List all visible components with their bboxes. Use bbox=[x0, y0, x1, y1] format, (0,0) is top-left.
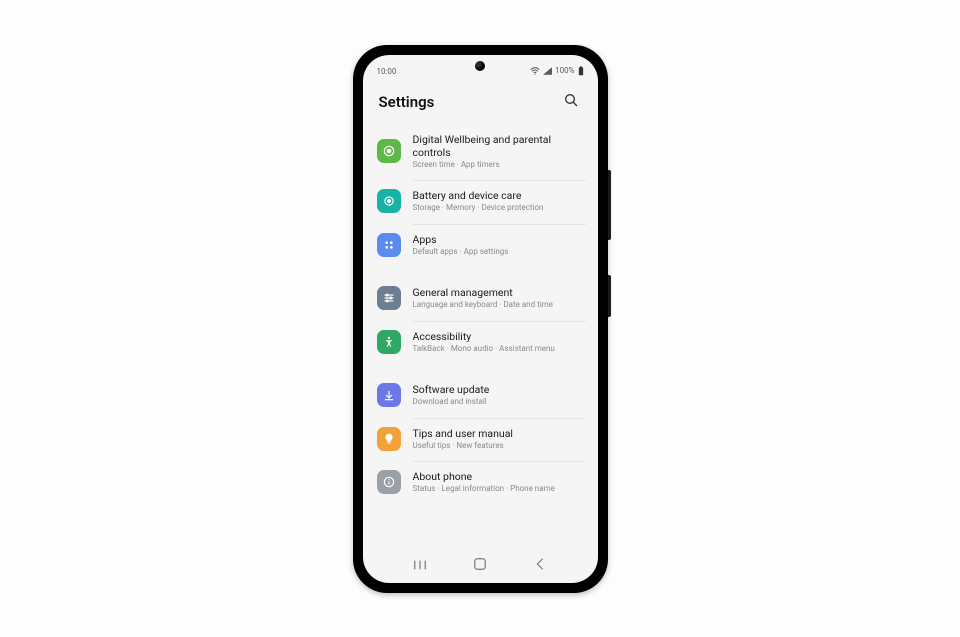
about-icon bbox=[377, 470, 401, 494]
settings-item-title: Apps bbox=[413, 233, 584, 246]
settings-item-general[interactable]: General management Language and keyboard… bbox=[371, 276, 590, 320]
group-separator bbox=[371, 266, 590, 276]
battery-care-icon bbox=[377, 189, 401, 213]
wellbeing-icon bbox=[377, 139, 401, 163]
settings-item-subtitle: Download and install bbox=[413, 397, 584, 407]
apps-icon bbox=[377, 233, 401, 257]
recents-button[interactable] bbox=[400, 556, 440, 575]
settings-item-tips[interactable]: Tips and user manual Useful tips · New f… bbox=[371, 417, 590, 461]
back-icon bbox=[534, 556, 546, 575]
signal-icon bbox=[543, 67, 552, 75]
software-update-icon bbox=[377, 383, 401, 407]
power-button bbox=[608, 275, 611, 317]
settings-item-subtitle: Storage · Memory · Device protection bbox=[413, 203, 584, 213]
recents-icon bbox=[413, 556, 427, 575]
group-separator bbox=[371, 363, 590, 373]
settings-item-subtitle: Status · Legal information · Phone name bbox=[413, 484, 584, 494]
search-icon bbox=[563, 92, 579, 112]
settings-item-subtitle: Language and keyboard · Date and time bbox=[413, 300, 584, 310]
status-time: 10:00 bbox=[377, 67, 397, 76]
screen: 10:00 bbox=[363, 55, 598, 583]
settings-item-title: Software update bbox=[413, 383, 584, 396]
settings-item-title: Battery and device care bbox=[413, 189, 584, 202]
settings-item-accessibility[interactable]: Accessibility TalkBack · Mono audio · As… bbox=[371, 320, 590, 364]
settings-item-title: Accessibility bbox=[413, 330, 584, 343]
settings-item-battery[interactable]: Battery and device care Storage · Memory… bbox=[371, 179, 590, 223]
settings-list[interactable]: Digital Wellbeing and parental controls … bbox=[363, 123, 598, 553]
settings-item-subtitle: Useful tips · New features bbox=[413, 441, 584, 451]
phone-frame: 10:00 bbox=[353, 45, 608, 593]
navigation-bar bbox=[363, 553, 598, 583]
settings-item-subtitle: Screen time · App timers bbox=[413, 160, 584, 170]
settings-item-wellbeing[interactable]: Digital Wellbeing and parental controls … bbox=[371, 123, 590, 180]
volume-button bbox=[608, 170, 611, 240]
settings-header: Settings bbox=[363, 77, 598, 123]
wifi-icon bbox=[530, 67, 540, 75]
settings-item-apps[interactable]: Apps Default apps · App settings bbox=[371, 223, 590, 267]
settings-item-title: General management bbox=[413, 286, 584, 299]
home-button[interactable] bbox=[460, 556, 500, 575]
battery-text: 100% bbox=[555, 66, 574, 75]
tips-icon bbox=[377, 427, 401, 451]
settings-item-title: Tips and user manual bbox=[413, 427, 584, 440]
front-camera bbox=[475, 61, 485, 71]
battery-icon bbox=[578, 66, 584, 76]
settings-item-subtitle: TalkBack · Mono audio · Assistant menu bbox=[413, 344, 584, 354]
page-title: Settings bbox=[379, 93, 435, 111]
settings-item-subtitle: Default apps · App settings bbox=[413, 247, 584, 257]
general-icon bbox=[377, 286, 401, 310]
settings-item-title: Digital Wellbeing and parental controls bbox=[413, 133, 584, 159]
search-button[interactable] bbox=[560, 91, 582, 113]
settings-item-about[interactable]: About phone Status · Legal information ·… bbox=[371, 460, 590, 504]
settings-item-software[interactable]: Software update Download and install bbox=[371, 373, 590, 417]
back-button[interactable] bbox=[520, 556, 560, 575]
accessibility-icon bbox=[377, 330, 401, 354]
settings-item-title: About phone bbox=[413, 470, 584, 483]
home-icon bbox=[473, 556, 487, 575]
